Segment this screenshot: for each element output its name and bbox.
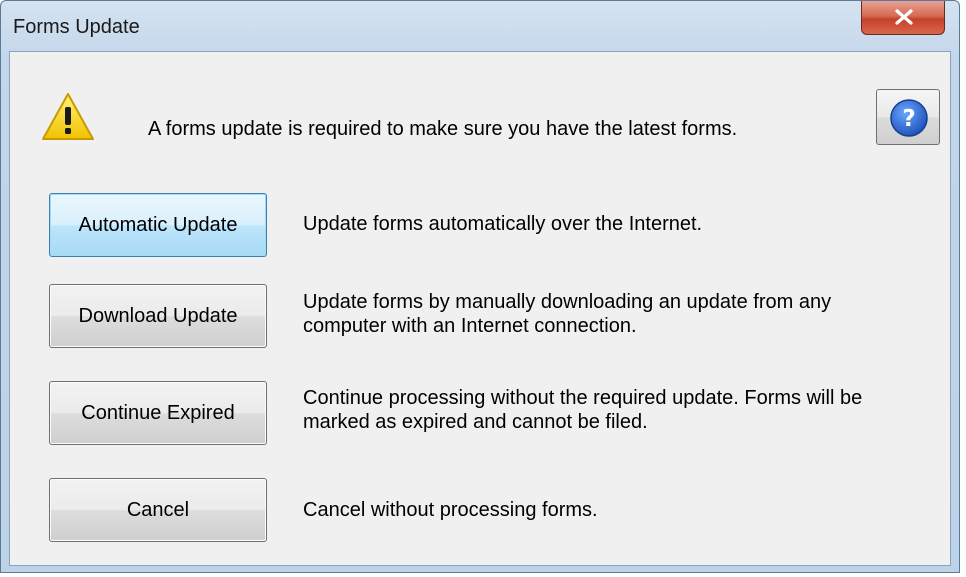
download-update-description-line2: computer with an Internet connection. (303, 315, 637, 337)
continue-expired-button[interactable]: Continue Expired (49, 381, 267, 445)
continue-expired-description: Continue processing without the required… (303, 386, 943, 434)
title-bar[interactable]: Forms Update (1, 1, 959, 51)
close-icon (895, 9, 913, 25)
window-title: Forms Update (13, 16, 140, 38)
warning-icon (40, 91, 96, 148)
help-button[interactable]: ? (876, 89, 940, 145)
cancel-description: Cancel without processing forms. (303, 499, 598, 521)
continue-expired-description-line1: Continue processing without the required… (303, 387, 863, 409)
download-update-button[interactable]: Download Update (49, 284, 267, 348)
close-button[interactable] (861, 1, 945, 35)
download-update-description-line1: Update forms by manually downloading an … (303, 291, 832, 313)
dialog-content: A forms update is required to make sure … (9, 51, 951, 566)
automatic-update-description: Update forms automatically over the Inte… (303, 213, 703, 235)
help-icon: ? (890, 99, 928, 137)
forms-update-dialog: Forms Update A forms update is required (0, 0, 960, 573)
cancel-button[interactable]: Cancel (49, 478, 267, 542)
continue-expired-description-line2: marked as expired and cannot be filed. (303, 411, 648, 433)
automatic-update-button[interactable]: Automatic Update (49, 193, 267, 257)
svg-text:?: ? (902, 106, 915, 132)
download-update-description: Update forms by manually downloading an … (303, 290, 943, 338)
update-required-message: A forms update is required to make sure … (148, 118, 738, 140)
